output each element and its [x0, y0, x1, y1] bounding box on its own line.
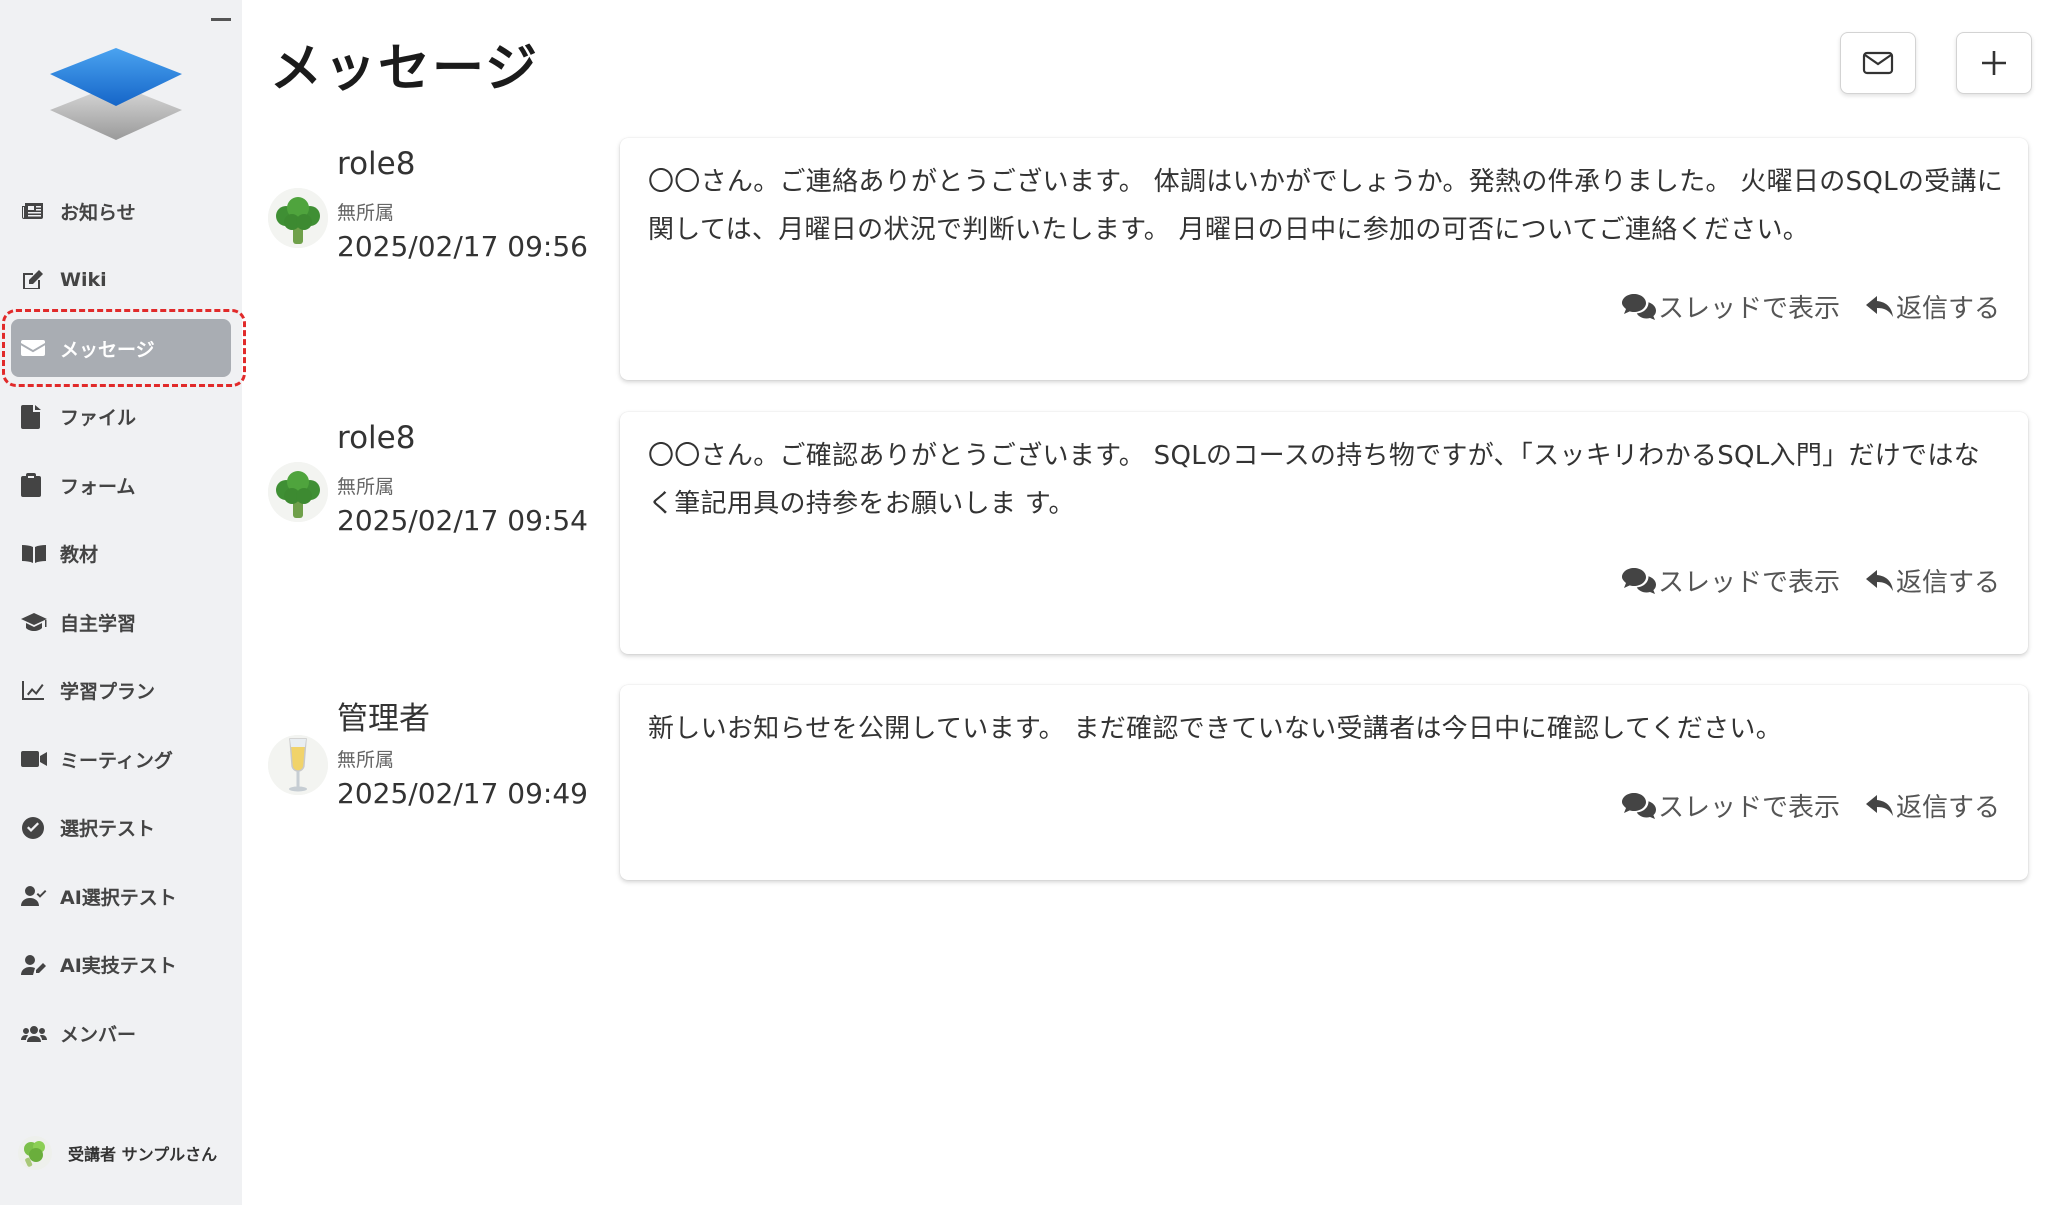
edit-icon: [21, 268, 49, 292]
reply-label: 返信する: [1895, 793, 2000, 823]
message-card: 〇〇さん。ご連絡ありがとうございます。 体調はいかがでしょうか。発熱の件承りまし…: [620, 138, 2028, 380]
message-timestamp: 2025/02/17 09:56: [337, 230, 588, 263]
reply-icon: [1865, 794, 1893, 816]
message-body: 〇〇さん。ご確認ありがとうございます。 SQLのコースの持ち物ですが、「スッキリ…: [648, 441, 1980, 519]
sidebar-item-label: お知らせ: [60, 201, 136, 224]
file-icon: [21, 404, 49, 429]
message-item: 管理者 無所属 2025/02/17 09:49 新しいお知らせを公開しています…: [268, 685, 2038, 893]
current-user[interactable]: 受講者 サンプルさん: [18, 1136, 217, 1170]
sidebar-item-label: メッセージ: [60, 338, 155, 361]
clipboard-icon: [21, 473, 49, 497]
message-item: role8 無所属 2025/02/17 09:54 〇〇さん。ご確認ありがとう…: [268, 412, 2038, 660]
user-name: 受講者 サンプルさん: [68, 1145, 218, 1164]
sidebar-item-label: 選択テスト: [60, 818, 156, 840]
message-author[interactable]: 管理者: [337, 693, 430, 738]
champagne-avatar: [268, 735, 328, 795]
chart-line-icon: [21, 679, 49, 703]
video-icon: [21, 747, 49, 771]
reply-button[interactable]: 返信する: [1865, 562, 2000, 599]
sidebar-item-label: 学習プラン: [60, 681, 156, 703]
comments-icon: [1621, 567, 1656, 594]
sidebar-item-self-study[interactable]: 自主学習: [11, 593, 231, 651]
sidebar-item-materials[interactable]: 教材: [11, 525, 231, 583]
reply-button[interactable]: 返信する: [1865, 787, 2000, 824]
reply-label: 返信する: [1895, 294, 2000, 324]
sidebar-item-choice-test[interactable]: 選択テスト: [11, 799, 231, 857]
sidebar-item-meeting[interactable]: ミーティング: [11, 730, 231, 788]
message-department: 無所属: [337, 202, 395, 224]
message-card: 新しいお知らせを公開しています。 まだ確認できていない受講者は今日中に確認してく…: [620, 685, 2028, 880]
sidebar-collapse-button[interactable]: [211, 18, 231, 21]
sidebar-item-label: メンバー: [60, 1023, 137, 1046]
reply-label: 返信する: [1895, 568, 2000, 598]
broccoli-avatar: [268, 188, 328, 248]
user-pen-icon: [21, 953, 49, 977]
graduation-cap-icon: [21, 610, 49, 634]
sidebar-item-messages[interactable]: メッセージ: [2, 309, 246, 387]
message-author[interactable]: role8: [337, 146, 415, 182]
reply-icon: [1865, 295, 1893, 317]
sidebar-item-ai-choice-test[interactable]: AI選択テスト: [11, 867, 231, 925]
sidebar-item-label: ファイル: [60, 407, 137, 429]
message-author[interactable]: role8: [337, 420, 415, 456]
sidebar-item-news[interactable]: お知らせ: [11, 182, 231, 240]
view-thread-button[interactable]: スレッドで表示: [1621, 288, 1840, 325]
sidebar-item-label: AI選択テスト: [60, 886, 177, 909]
message-timestamp: 2025/02/17 09:49: [337, 777, 588, 810]
reply-icon: [1865, 569, 1893, 591]
message-department: 無所属: [337, 476, 395, 498]
sidebar-item-files[interactable]: ファイル: [11, 388, 231, 446]
add-button[interactable]: [1956, 32, 2032, 94]
envelope-icon: [21, 336, 49, 360]
sidebar-item-study-plan[interactable]: 学習プラン: [11, 662, 231, 720]
compose-message-button[interactable]: [1840, 32, 1916, 94]
message-body: 〇〇さん。ご連絡ありがとうございます。 体調はいかがでしょうか。発熱の件承りまし…: [648, 167, 2004, 245]
main-content: メッセージ role8 無所属 2025/02/17 09:56 〇〇さん。ご連…: [242, 0, 2048, 1205]
check-circle-icon: [21, 816, 49, 840]
message-actions: スレッドで表示 返信する: [1596, 562, 2000, 599]
comments-icon: [1621, 792, 1656, 819]
sidebar-item-label: フォーム: [60, 475, 136, 498]
message-actions: スレッドで表示 返信する: [1596, 288, 2000, 325]
view-thread-label: スレッドで表示: [1657, 568, 1840, 598]
view-thread-label: スレッドで表示: [1657, 294, 1840, 324]
message-actions: スレッドで表示 返信する: [1596, 787, 2000, 824]
sidebar: お知らせ Wiki メッセージ ファイル フォーム 教材 自主学習 学習プラン …: [0, 0, 246, 1205]
sidebar-item-label: AI実技テスト: [60, 955, 177, 977]
sidebar-item-label: 教材: [60, 544, 99, 566]
sidebar-item-label: 自主学習: [60, 612, 137, 635]
message-card: 〇〇さん。ご確認ありがとうございます。 SQLのコースの持ち物ですが、「スッキリ…: [620, 412, 2028, 654]
message-department: 無所属: [337, 749, 395, 771]
sidebar-item-wiki[interactable]: Wiki: [11, 251, 231, 309]
envelope-icon: [1862, 51, 1894, 75]
view-thread-button[interactable]: スレッドで表示: [1621, 787, 1840, 824]
page-title: メッセージ: [270, 39, 539, 99]
user-check-icon: [21, 884, 49, 908]
broccoli-avatar: [268, 462, 328, 522]
message-body: 新しいお知らせを公開しています。 まだ確認できていない受講者は今日中に確認してく…: [648, 714, 1783, 744]
user-avatar: [18, 1136, 52, 1170]
comments-icon: [1621, 293, 1656, 320]
app-logo: [50, 48, 182, 140]
message-item: role8 無所属 2025/02/17 09:56 〇〇さん。ご連絡ありがとう…: [268, 138, 2038, 386]
reply-button[interactable]: 返信する: [1865, 288, 2000, 325]
newspaper-icon: [21, 199, 49, 223]
plus-icon: [1982, 51, 2006, 75]
users-icon: [21, 1021, 49, 1045]
view-thread-button[interactable]: スレッドで表示: [1621, 562, 1840, 599]
message-timestamp: 2025/02/17 09:54: [337, 504, 588, 537]
view-thread-label: スレッドで表示: [1657, 793, 1840, 823]
sidebar-item-label: ミーティング: [60, 749, 173, 772]
sidebar-item-ai-practical-test[interactable]: AI実技テスト: [11, 936, 231, 994]
sidebar-item-forms[interactable]: フォーム: [11, 456, 231, 514]
sidebar-nav: お知らせ Wiki メッセージ ファイル フォーム 教材 自主学習 学習プラン …: [0, 182, 246, 1073]
sidebar-item-members[interactable]: メンバー: [11, 1004, 231, 1062]
book-icon: [21, 542, 49, 566]
sidebar-item-label: Wiki: [60, 268, 107, 291]
